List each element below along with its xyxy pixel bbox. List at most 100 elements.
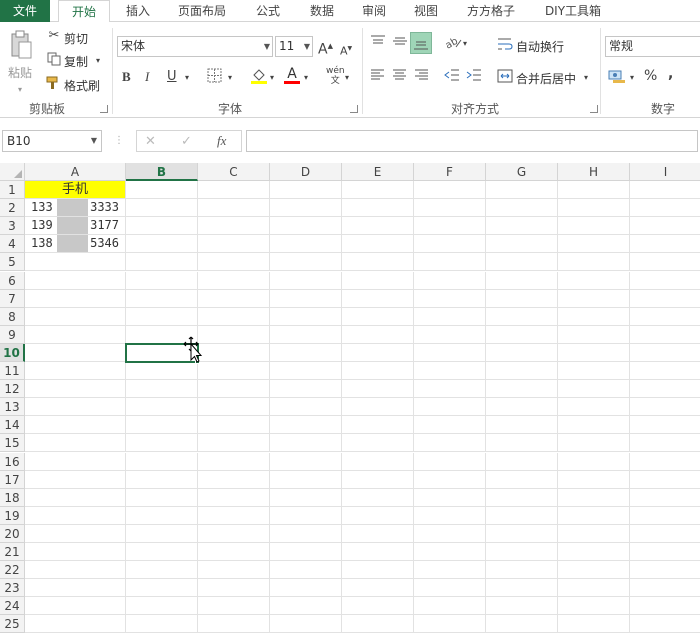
shrink-font-icon[interactable]: A▼ xyxy=(340,41,352,60)
cell-D12[interactable] xyxy=(270,380,342,399)
italic-button[interactable]: I xyxy=(145,69,149,85)
cell-F19[interactable] xyxy=(414,506,486,525)
orientation-icon[interactable]: ab xyxy=(444,35,462,54)
align-left-icon[interactable] xyxy=(370,69,385,86)
font-color-icon[interactable]: A xyxy=(284,66,300,84)
column-header-B[interactable]: B xyxy=(126,163,198,181)
tab-fangfangezi[interactable]: 方方格子 xyxy=(460,0,522,22)
cell-E14[interactable] xyxy=(342,416,414,435)
cell-I11[interactable] xyxy=(630,362,700,381)
row-header-9[interactable]: 9 xyxy=(0,325,25,344)
cell-H7[interactable] xyxy=(558,289,630,308)
cell-D18[interactable] xyxy=(270,488,342,507)
column-header-C[interactable]: C xyxy=(198,163,270,181)
cell-H15[interactable] xyxy=(558,434,630,453)
cell-B13[interactable] xyxy=(126,398,198,417)
cell-C7[interactable] xyxy=(198,289,270,308)
wrap-text-button[interactable]: 自动换行 xyxy=(516,38,564,55)
cell-B22[interactable] xyxy=(126,561,198,580)
row-header-21[interactable]: 21 xyxy=(0,543,25,562)
row-header-17[interactable]: 17 xyxy=(0,470,25,489)
cell-H4[interactable] xyxy=(558,235,630,254)
cell-H10[interactable] xyxy=(558,343,630,362)
cell-A8[interactable] xyxy=(25,307,126,326)
tab-insert[interactable]: 插入 xyxy=(116,0,160,22)
cell-E16[interactable] xyxy=(342,452,414,471)
cell-D5[interactable] xyxy=(270,253,342,272)
copy-dropdown-icon[interactable]: ▾ xyxy=(96,53,100,69)
merge-dropdown-icon[interactable]: ▾ xyxy=(584,70,588,86)
column-header-H[interactable]: H xyxy=(558,163,630,181)
cell-E12[interactable] xyxy=(342,380,414,399)
tab-page-layout[interactable]: 页面布局 xyxy=(170,0,234,22)
cell-D23[interactable] xyxy=(270,579,342,598)
cell-I8[interactable] xyxy=(630,308,700,326)
cell-I10[interactable] xyxy=(630,344,700,362)
cell-D7[interactable] xyxy=(270,289,342,308)
insert-function-button[interactable]: fx xyxy=(217,133,226,149)
tab-diy-toolbox[interactable]: DIY工具箱 xyxy=(536,0,610,22)
cell-E5[interactable] xyxy=(342,253,414,272)
cell-E23[interactable] xyxy=(342,579,414,598)
cell-F2[interactable] xyxy=(414,199,486,218)
row-header-23[interactable]: 23 xyxy=(0,579,25,598)
cell-F13[interactable] xyxy=(414,398,486,417)
fill-color-dropdown-icon[interactable]: ▾ xyxy=(270,70,274,86)
cell-E13[interactable] xyxy=(342,398,414,417)
cell-G17[interactable] xyxy=(486,470,558,489)
cell-I7[interactable] xyxy=(630,290,700,308)
cell-C16[interactable] xyxy=(198,452,270,471)
column-header-A[interactable]: A xyxy=(25,163,126,181)
cell-I5[interactable] xyxy=(630,253,700,272)
cell-A4[interactable]: 138 5346 xyxy=(25,235,126,254)
copy-icon[interactable] xyxy=(46,52,62,71)
cell-H19[interactable] xyxy=(558,506,630,525)
cell-C5[interactable] xyxy=(198,253,270,272)
cell-E3[interactable] xyxy=(342,217,414,236)
row-header-16[interactable]: 16 xyxy=(0,452,25,471)
cell-B3[interactable] xyxy=(126,217,198,236)
cell-I14[interactable] xyxy=(630,416,700,435)
cell-A17[interactable] xyxy=(25,470,126,489)
cell-A22[interactable] xyxy=(25,561,126,580)
cell-E1[interactable] xyxy=(342,181,414,200)
row-header-10[interactable]: 10 xyxy=(0,343,25,362)
cell-H16[interactable] xyxy=(558,452,630,471)
enter-icon[interactable]: ✓ xyxy=(181,134,192,150)
cell-G13[interactable] xyxy=(486,398,558,417)
cell-E20[interactable] xyxy=(342,524,414,543)
cell-I6[interactable] xyxy=(630,272,700,290)
name-box[interactable]: B10 ▼ xyxy=(2,130,102,152)
cell-F7[interactable] xyxy=(414,289,486,308)
scissors-icon[interactable]: ✂ xyxy=(46,28,62,44)
cell-D24[interactable] xyxy=(270,597,342,616)
align-bottom-button[interactable] xyxy=(410,32,432,54)
cell-B18[interactable] xyxy=(126,488,198,507)
cell-I21[interactable] xyxy=(630,543,700,562)
cell-C6[interactable] xyxy=(198,271,270,290)
merge-center-icon[interactable] xyxy=(497,69,513,88)
cell-E18[interactable] xyxy=(342,488,414,507)
cell-H21[interactable] xyxy=(558,543,630,562)
cell-A23[interactable] xyxy=(25,579,126,598)
cell-H23[interactable] xyxy=(558,579,630,598)
cell-I12[interactable] xyxy=(630,380,700,399)
cell-G10[interactable] xyxy=(486,343,558,362)
cell-I19[interactable] xyxy=(630,507,700,525)
cell-C13[interactable] xyxy=(198,398,270,417)
cell-A24[interactable] xyxy=(25,597,126,616)
font-launcher-icon[interactable] xyxy=(350,105,358,113)
row-header-19[interactable]: 19 xyxy=(0,506,25,525)
cell-G11[interactable] xyxy=(486,362,558,381)
row-header-14[interactable]: 14 xyxy=(0,416,25,435)
cell-C24[interactable] xyxy=(198,597,270,616)
cell-G15[interactable] xyxy=(486,434,558,453)
cell-D10[interactable] xyxy=(270,343,342,362)
font-size-combo[interactable]: 11 ▼ xyxy=(275,36,313,57)
cell-B6[interactable] xyxy=(126,271,198,290)
column-header-F[interactable]: F xyxy=(414,163,486,181)
cell-G24[interactable] xyxy=(486,597,558,616)
cell-I18[interactable] xyxy=(630,489,700,507)
cell-E25[interactable] xyxy=(342,615,414,633)
cell-H22[interactable] xyxy=(558,561,630,580)
